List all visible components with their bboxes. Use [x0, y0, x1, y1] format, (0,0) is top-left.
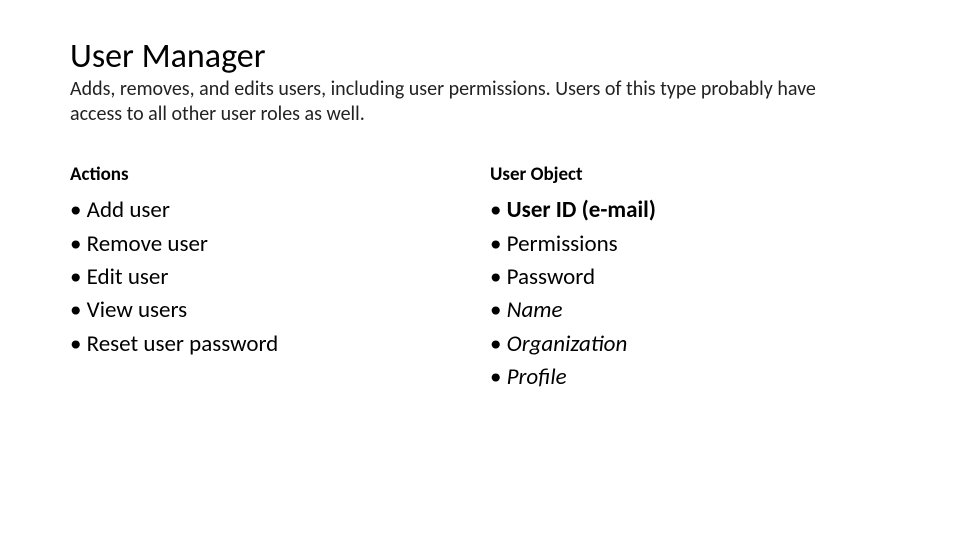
list-item: Add user: [70, 194, 490, 227]
actions-column: Actions Add user Remove user Edit user View…: [70, 163, 490, 394]
user-object-list: User ID (e-mail) Permissions Password Name O…: [490, 194, 910, 394]
page-subtitle: Adds, removes, and edits users, includin…: [70, 77, 860, 127]
list-item: Name: [490, 294, 910, 327]
list-item: Profile: [490, 361, 910, 394]
page-title: User Manager: [70, 38, 890, 75]
list-item-label: Add user: [87, 196, 170, 224]
list-item-label: Profile: [507, 363, 567, 391]
list-item-label: Organization: [507, 330, 628, 358]
list-item-label: Name: [507, 296, 563, 324]
list-item-label: Reset user password: [87, 330, 279, 358]
list-item: Organization: [490, 328, 910, 361]
list-item: Permissions: [490, 228, 910, 261]
list-item-label: User ID (e-mail): [507, 196, 656, 224]
list-item: Remove user: [70, 228, 490, 261]
user-object-heading: User Object: [490, 163, 910, 186]
list-item: Password: [490, 261, 910, 294]
list-item-label: Permissions: [507, 230, 618, 258]
list-item: Reset user password: [70, 328, 490, 361]
user-object-column: User Object User ID (e-mail) Permissions P…: [490, 163, 910, 394]
list-item-label: View users: [87, 296, 187, 324]
list-item-label: Remove user: [87, 230, 208, 258]
list-item-label: Edit user: [87, 263, 169, 291]
list-item: Edit user: [70, 261, 490, 294]
list-item-label: Password: [507, 263, 595, 291]
list-item: View users: [70, 294, 490, 327]
list-item: User ID (e-mail): [490, 194, 910, 227]
actions-list: Add user Remove user Edit user View users Re…: [70, 194, 490, 361]
content-columns: Actions Add user Remove user Edit user View…: [70, 163, 890, 394]
actions-heading: Actions: [70, 163, 490, 186]
